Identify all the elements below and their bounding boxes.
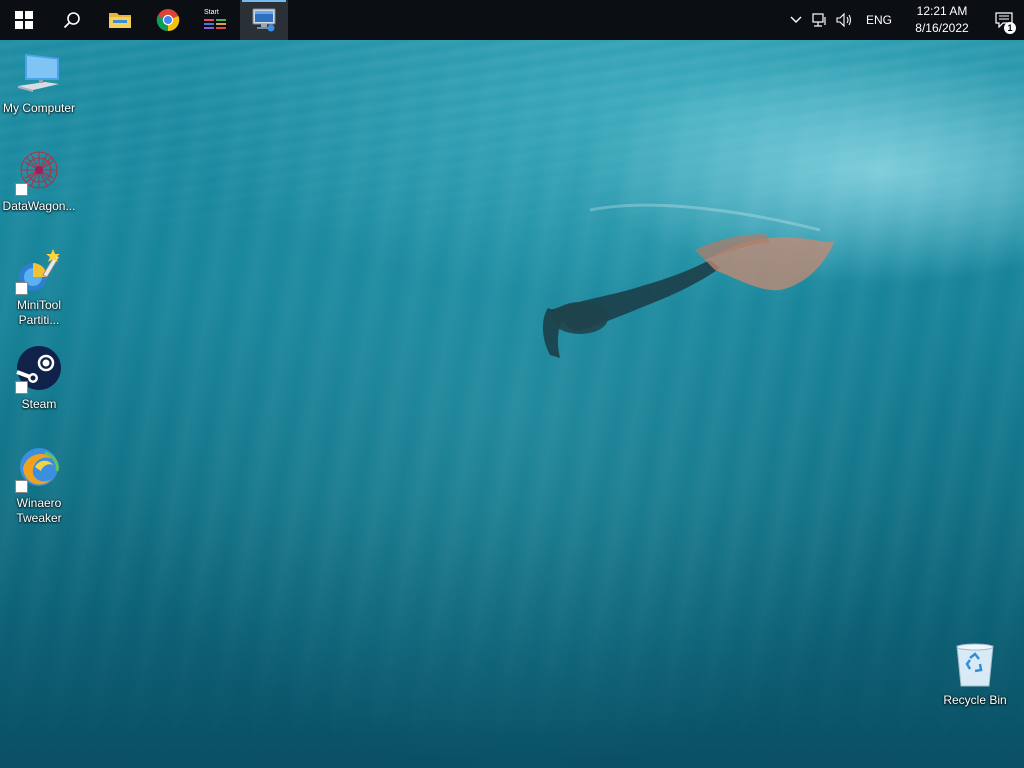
file-explorer-button[interactable]	[96, 0, 144, 40]
windows-logo-icon	[15, 11, 33, 29]
remote-desktop-button[interactable]	[240, 0, 288, 40]
desktop-icon-label: Winaero Tweaker	[16, 496, 62, 525]
wallpaper-water-surface	[0, 40, 1024, 270]
winaero-icon	[15, 445, 63, 493]
shortcut-arrow-icon	[15, 183, 28, 196]
desktop-icon-winaero[interactable]: Winaero Tweaker	[1, 445, 77, 526]
minitool-icon	[15, 247, 63, 295]
diver-illustration	[542, 203, 835, 358]
clock-date: 8/16/2022	[915, 21, 969, 35]
desktop-icon-steam[interactable]: Steam	[1, 346, 77, 412]
chrome-icon	[156, 9, 180, 32]
steam-icon	[15, 346, 63, 394]
desktop-icon-my-computer[interactable]: My Computer	[1, 50, 77, 116]
search-icon	[63, 12, 80, 29]
desktop-icon-label: MiniTool Partiti...	[16, 298, 61, 327]
network-icon	[812, 13, 826, 27]
recycle-bin-icon	[951, 642, 999, 690]
notification-count-badge: 1	[1004, 22, 1016, 34]
start-app-label: Start	[204, 9, 219, 16]
desktop-icon-label: My Computer	[2, 101, 76, 115]
folder-icon	[109, 13, 131, 28]
computer-icon	[15, 50, 63, 98]
search-button[interactable]	[48, 0, 96, 40]
desktop-icon-recycle-bin[interactable]: Recycle Bin	[937, 642, 1013, 708]
taskbar: Start ENG 12:21 AM 8/16/2022 1	[0, 0, 1024, 40]
desktop-icon-minitool[interactable]: MiniTool Partiti...	[1, 247, 77, 328]
clock[interactable]: 12:21 AM 8/16/2022	[900, 0, 984, 40]
datawagon-icon	[15, 148, 63, 196]
volume-button[interactable]	[832, 0, 858, 40]
shortcut-arrow-icon	[15, 381, 28, 394]
chrome-button[interactable]	[144, 0, 192, 40]
system-tray: ENG 12:21 AM 8/16/2022 1	[784, 0, 1024, 40]
network-button[interactable]	[808, 0, 832, 40]
desktop-icon-datawagon[interactable]: DataWagon...	[1, 148, 77, 214]
language-indicator[interactable]: ENG	[858, 0, 900, 40]
speaker-icon	[836, 12, 852, 28]
desktop-icon-label: Recycle Bin	[943, 693, 1007, 707]
desktop-icon-label: Steam	[21, 397, 57, 411]
start-app-button[interactable]: Start	[192, 0, 240, 40]
start-app-icon: Start	[204, 9, 228, 31]
shortcut-arrow-icon	[15, 480, 28, 493]
clock-time: 12:21 AM	[916, 4, 968, 18]
chevron-up-icon	[790, 16, 802, 23]
desktop-icon-label: DataWagon...	[2, 199, 76, 213]
shortcut-arrow-icon	[15, 282, 28, 295]
computer-window-icon	[252, 8, 276, 32]
start-button[interactable]	[0, 0, 48, 40]
show-hidden-icons-button[interactable]	[784, 0, 808, 40]
action-center-button[interactable]: 1	[984, 0, 1024, 40]
